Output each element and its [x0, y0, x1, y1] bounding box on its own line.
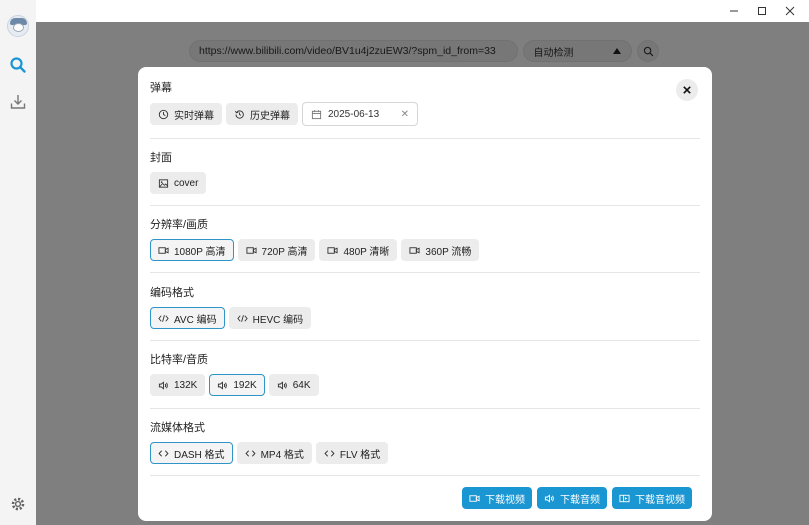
- stream-option-mp4[interactable]: MP4 格式: [236, 442, 312, 464]
- cover-title: 封面: [150, 152, 172, 164]
- codec-option-label: AVC 编码: [174, 314, 217, 326]
- bitrate-row: 132K 192K 64K: [150, 374, 319, 396]
- stream-title: 流媒体格式: [150, 422, 205, 434]
- bitrate-option-64k[interactable]: 64K: [268, 374, 319, 396]
- realtime-danmaku-label: 实时弹幕: [174, 110, 214, 122]
- resolution-option-480p[interactable]: 480P 清晰: [319, 239, 398, 261]
- video-icon: [469, 494, 480, 502]
- media-icon: [619, 494, 630, 502]
- divider: [150, 272, 700, 273]
- sidebar: [0, 0, 36, 525]
- resolution-option-label: 720P 高清: [261, 246, 308, 258]
- danmaku-row: 实时弹幕 历史弹幕 2025-06-13 ✕: [150, 102, 418, 126]
- bitrate-option-132k[interactable]: 132K: [150, 374, 206, 396]
- date-value: 2025-06-13: [328, 108, 380, 120]
- codec-row: AVC 编码 HEVC 编码: [150, 307, 312, 329]
- download-av-label: 下载音视频: [635, 494, 685, 506]
- divider: [150, 408, 700, 409]
- codec-section: 编码格式 AVC 编码 HEVC 编码: [150, 285, 700, 329]
- stream-option-flv[interactable]: FLV 格式: [315, 442, 389, 464]
- stream-option-label: FLV 格式: [339, 449, 381, 461]
- bitrate-title: 比特率/音质: [150, 354, 209, 366]
- stream-option-label: DASH 格式: [174, 449, 225, 461]
- danmaku-title: 弹幕: [150, 82, 172, 94]
- bitrate-option-label: 132K: [174, 379, 198, 391]
- history-danmaku-button[interactable]: 历史弹幕: [226, 103, 298, 125]
- divider: [150, 138, 700, 139]
- clock-icon: [158, 109, 169, 119]
- cover-section: 封面 cover: [150, 150, 700, 194]
- stream-option-label: MP4 格式: [260, 449, 304, 461]
- resolution-option-1080p[interactable]: 1080P 高清: [150, 239, 234, 261]
- minimize-button[interactable]: [720, 0, 748, 22]
- download-audio-label: 下载音频: [560, 494, 600, 506]
- resolution-row: 1080P 高清 720P 高清 480P 清晰 360P 流畅: [150, 239, 480, 261]
- codec-title: 编码格式: [150, 287, 194, 299]
- resolution-option-720p[interactable]: 720P 高清: [237, 239, 316, 261]
- dialog-footer: 下载视频 下载音频 下载音视频: [462, 487, 692, 509]
- history-danmaku-label: 历史弹幕: [250, 110, 290, 122]
- calendar-icon: [311, 109, 322, 119]
- codec-option-hevc[interactable]: HEVC 编码: [228, 307, 312, 329]
- bitrate-option-192k[interactable]: 192K: [209, 374, 265, 396]
- stream-section: 流媒体格式 DASH 格式 MP4 格式 FLV 格式: [150, 420, 700, 464]
- volume-icon: [277, 380, 287, 390]
- code-icon: [236, 314, 248, 322]
- search-icon[interactable]: [8, 55, 28, 75]
- resolution-option-label: 480P 清晰: [343, 246, 390, 258]
- avatar-face: [13, 23, 24, 32]
- angle-brackets-icon: [158, 449, 169, 457]
- angle-brackets-icon: [324, 449, 335, 457]
- bitrate-option-label: 192K: [233, 379, 257, 391]
- bitrate-section: 比特率/音质 132K 192K 64K: [150, 352, 700, 396]
- angle-brackets-icon: [245, 449, 256, 457]
- resolution-option-360p[interactable]: 360P 流畅: [401, 239, 480, 261]
- divider: [150, 475, 700, 476]
- video-icon: [245, 246, 257, 254]
- divider: [150, 205, 700, 206]
- cover-label: cover: [174, 177, 199, 189]
- date-clear-button[interactable]: ✕: [401, 109, 409, 120]
- image-icon: [158, 178, 169, 188]
- avatar[interactable]: [7, 15, 29, 37]
- stream-row: DASH 格式 MP4 格式 FLV 格式: [150, 442, 389, 464]
- volume-icon: [218, 380, 228, 390]
- realtime-danmaku-button[interactable]: 实时弹幕: [150, 103, 222, 125]
- cover-row: cover: [150, 172, 207, 194]
- codec-option-label: HEVC 编码: [252, 314, 304, 326]
- history-icon: [235, 109, 244, 119]
- resolution-option-label: 1080P 高清: [174, 246, 226, 258]
- divider: [150, 340, 700, 341]
- video-icon: [158, 246, 169, 254]
- cover-button[interactable]: cover: [150, 172, 207, 194]
- volume-icon: [158, 380, 168, 390]
- download-av-button[interactable]: 下载音视频: [612, 487, 692, 509]
- code-icon: [158, 314, 169, 322]
- resolution-section: 分辨率/画质 1080P 高清 720P 高清 480P 清晰 360P 流畅: [150, 217, 700, 261]
- maximize-button[interactable]: [748, 0, 776, 22]
- close-window-button[interactable]: [776, 0, 804, 22]
- download-audio-button[interactable]: 下载音频: [537, 487, 607, 509]
- video-icon: [409, 246, 420, 254]
- volume-icon: [544, 493, 554, 503]
- video-icon: [327, 246, 339, 254]
- date-picker[interactable]: 2025-06-13 ✕: [302, 102, 418, 126]
- settings-icon[interactable]: [8, 494, 28, 514]
- stream-option-dash[interactable]: DASH 格式: [150, 442, 233, 464]
- danmaku-section: 弹幕 实时弹幕 历史弹幕 2025-06-13 ✕: [150, 80, 700, 126]
- resolution-title: 分辨率/画质: [150, 219, 209, 231]
- download-video-button[interactable]: 下载视频: [462, 487, 532, 509]
- download-icon[interactable]: [8, 92, 28, 112]
- bitrate-option-label: 64K: [292, 379, 311, 391]
- download-video-label: 下载视频: [485, 494, 525, 506]
- download-dialog: 弹幕 实时弹幕 历史弹幕 2025-06-13 ✕ 封面 cover 分辨率/画…: [138, 67, 712, 521]
- codec-option-avc[interactable]: AVC 编码: [150, 307, 225, 329]
- resolution-option-label: 360P 流畅: [425, 246, 472, 258]
